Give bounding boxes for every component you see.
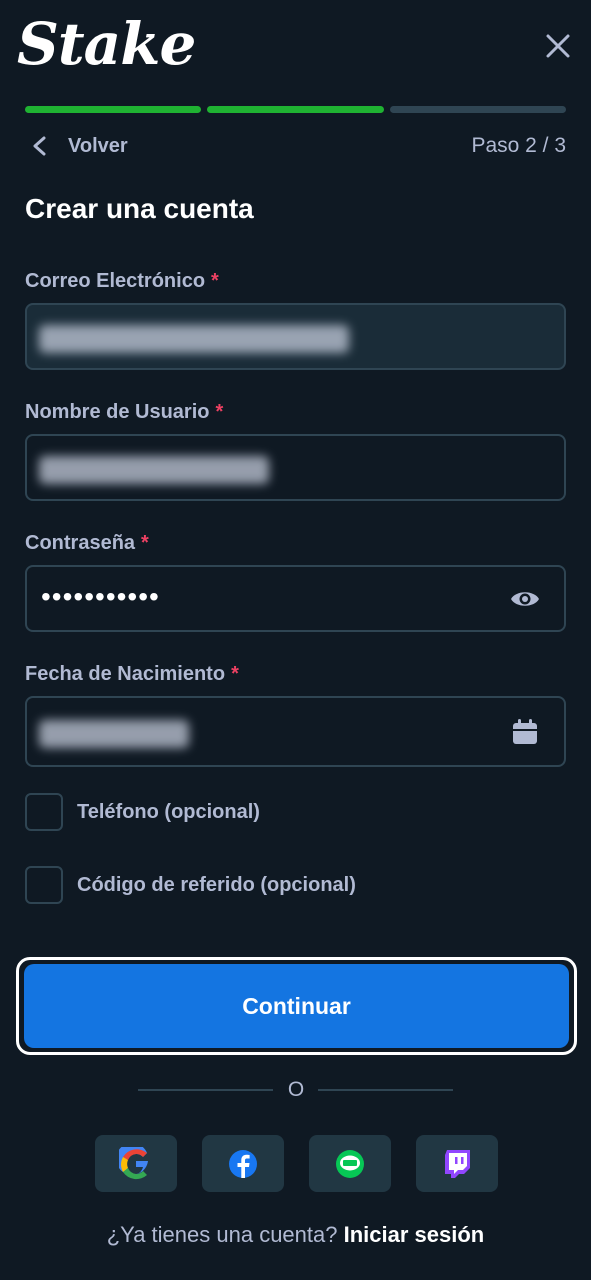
calendar-icon [513, 719, 537, 744]
step-progress-bar [25, 106, 566, 113]
divider-left [138, 1089, 273, 1091]
login-link[interactable]: Iniciar sesión [344, 1222, 485, 1247]
show-password-button[interactable] [509, 587, 541, 616]
or-separator: O [287, 1078, 305, 1101]
referral-option-label: Código de referido (opcional) [77, 873, 356, 896]
continue-button[interactable]: Continuar [24, 964, 569, 1048]
facebook-icon [229, 1149, 257, 1178]
referral-checkbox[interactable] [25, 866, 63, 904]
password-label: Contraseña * [25, 532, 149, 555]
password-label-text: Contraseña [25, 532, 136, 554]
required-marker: * [211, 270, 219, 292]
line-login-button[interactable] [309, 1135, 391, 1192]
close-button[interactable] [540, 28, 576, 64]
stake-logo: Stake [17, 10, 196, 78]
username-field[interactable] [25, 434, 566, 501]
close-icon [546, 34, 570, 58]
progress-segment-1 [25, 106, 202, 113]
phone-checkbox[interactable] [25, 793, 63, 831]
redacted-email-value [39, 325, 349, 353]
login-prompt-text: ¿Ya tienes una cuenta? [106, 1222, 338, 1247]
required-marker: * [141, 532, 149, 554]
username-label: Nombre de Usuario * [25, 401, 223, 424]
login-prompt: ¿Ya tienes una cuenta? Iniciar sesión [0, 1222, 591, 1248]
progress-segment-3 [389, 106, 566, 113]
email-label: Correo Electrónico * [25, 270, 219, 293]
password-value: ••••••••••• [41, 581, 160, 612]
birthdate-label: Fecha de Nacimiento * [25, 663, 239, 686]
top-bar: Stake [0, 0, 591, 95]
phone-option[interactable]: Teléfono (opcional) [25, 793, 260, 831]
redacted-birthdate-value [39, 720, 189, 748]
referral-option[interactable]: Código de referido (opcional) [25, 866, 356, 904]
email-label-text: Correo Electrónico [25, 270, 206, 292]
progress-segment-2 [207, 106, 384, 113]
birthdate-label-text: Fecha de Nacimiento [25, 663, 226, 685]
page-title: Crear una cuenta [25, 193, 254, 224]
line-icon [336, 1149, 364, 1178]
phone-option-label: Teléfono (opcional) [77, 800, 260, 823]
eye-icon [511, 592, 539, 606]
calendar-button[interactable] [511, 718, 539, 751]
google-login-button[interactable] [95, 1135, 177, 1192]
required-marker: * [231, 663, 239, 685]
twitch-login-button[interactable] [416, 1135, 498, 1192]
step-indicator: Paso 2 / 3 [471, 134, 566, 157]
divider-right [318, 1089, 453, 1091]
redacted-username-value [39, 456, 269, 484]
back-label: Volver [68, 134, 128, 157]
username-label-text: Nombre de Usuario [25, 401, 210, 423]
email-field[interactable] [25, 303, 566, 370]
google-icon [119, 1146, 148, 1179]
password-field[interactable]: ••••••••••• [25, 565, 566, 632]
birthdate-field[interactable] [25, 696, 566, 767]
back-button[interactable]: Volver [30, 130, 128, 162]
chevron-left-icon [33, 136, 46, 156]
required-marker: * [215, 401, 224, 423]
facebook-login-button[interactable] [202, 1135, 284, 1192]
twitch-icon [445, 1149, 470, 1178]
